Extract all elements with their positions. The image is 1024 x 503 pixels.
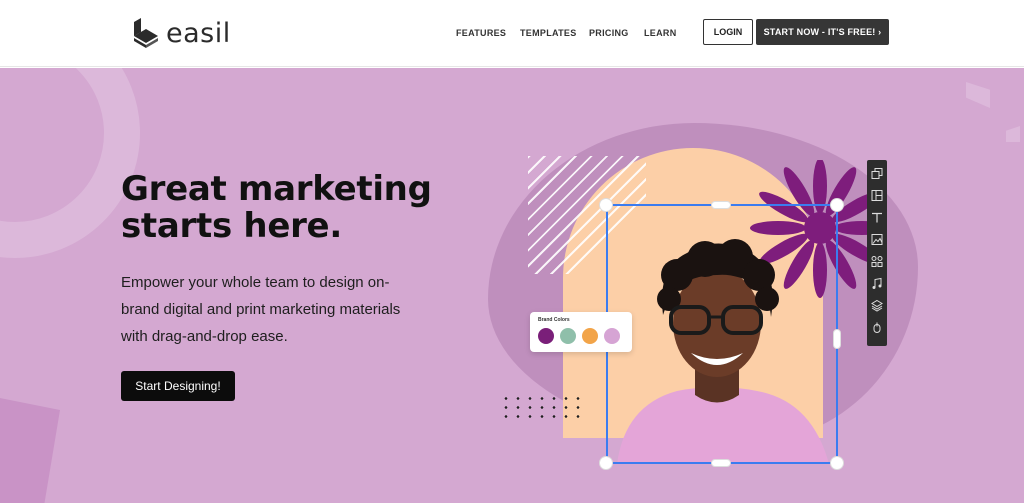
resize-icon[interactable] bbox=[871, 166, 883, 181]
resize-handle[interactable] bbox=[599, 198, 613, 212]
image-icon[interactable] bbox=[871, 232, 883, 247]
easil-logo[interactable]: easil bbox=[131, 18, 231, 48]
hero-illustration: Brand Colors bbox=[0, 68, 1024, 503]
brand-colors-title: Brand Colors bbox=[538, 317, 570, 323]
selection-frame[interactable] bbox=[606, 204, 838, 464]
easil-logo-icon bbox=[134, 18, 158, 48]
nav-features[interactable]: FEATURES bbox=[456, 28, 506, 38]
text-icon[interactable] bbox=[871, 210, 883, 225]
login-button[interactable]: LOGIN bbox=[703, 19, 753, 45]
brand-colors-card: Brand Colors bbox=[530, 312, 632, 352]
nav-pricing[interactable]: PRICING bbox=[589, 28, 629, 38]
nav-learn[interactable]: LEARN bbox=[644, 28, 677, 38]
nav-templates[interactable]: TEMPLATES bbox=[520, 28, 577, 38]
color-swatch-purple[interactable] bbox=[538, 328, 554, 344]
resize-handle[interactable] bbox=[711, 201, 731, 209]
resize-handle[interactable] bbox=[711, 459, 731, 467]
layers-icon[interactable] bbox=[871, 298, 883, 313]
color-swatch-sage[interactable] bbox=[560, 328, 576, 344]
resize-handle[interactable] bbox=[599, 456, 613, 470]
color-swatch-orange[interactable] bbox=[582, 328, 598, 344]
resize-handle[interactable] bbox=[830, 456, 844, 470]
resize-handle[interactable] bbox=[830, 198, 844, 212]
color-swatch-lilac[interactable] bbox=[604, 328, 620, 344]
animation-icon[interactable] bbox=[871, 320, 883, 335]
editor-toolbar bbox=[867, 160, 887, 346]
resize-handle[interactable] bbox=[833, 329, 841, 349]
hero-section: Great marketing starts here. Empower you… bbox=[0, 68, 1024, 503]
music-icon[interactable] bbox=[871, 276, 883, 291]
start-now-button[interactable]: START NOW - IT'S FREE! › bbox=[756, 19, 889, 45]
dot-pattern bbox=[500, 394, 580, 420]
elements-icon[interactable] bbox=[871, 254, 883, 269]
logo-text: easil bbox=[166, 17, 231, 49]
site-header: easil FEATURES TEMPLATES PRICING LEARN L… bbox=[0, 0, 1024, 67]
layout-icon[interactable] bbox=[871, 188, 883, 203]
